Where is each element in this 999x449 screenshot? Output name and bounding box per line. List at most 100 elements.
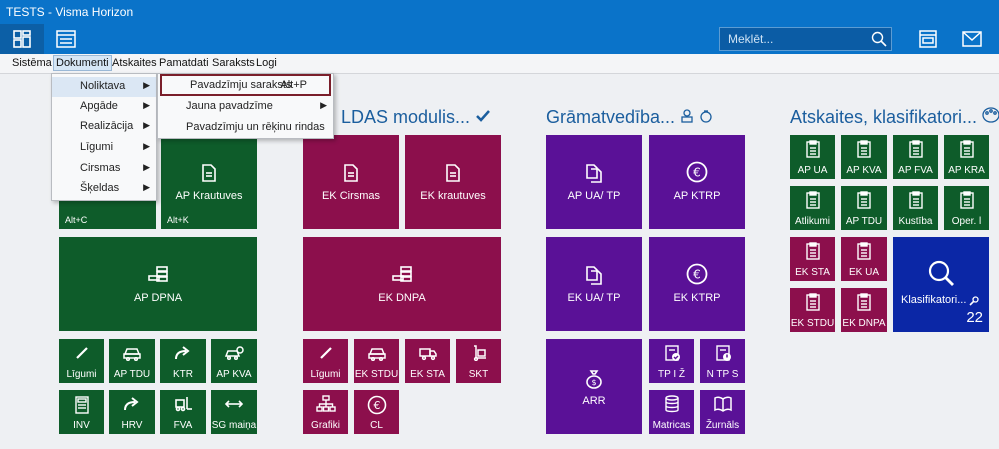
search-icon[interactable] (871, 31, 887, 47)
search-icon (928, 260, 954, 286)
tile-ap-ktrp[interactable]: € AP KTRP (649, 135, 745, 229)
submenu-item-pavadzimju-rekinu-rindas[interactable]: Pavadzīmju un rēķinu rindas (158, 118, 333, 138)
tile-ek-cirsmas[interactable]: EK Cirsmas (303, 135, 399, 229)
tile-tp-iz[interactable]: TP I Ž (649, 339, 694, 383)
dropdown-item-ligumi[interactable]: Līgumi ▶ (52, 138, 156, 158)
tile-sg-maina[interactable]: SG maiņa (211, 390, 257, 434)
car-icon (367, 348, 386, 361)
tile-ek-ktrp-label: EK KTRP (673, 292, 721, 304)
tile-r-ek-dnpa-label: EK DNPA (842, 318, 886, 329)
tile-ap-kva-label: AP KVA (216, 369, 252, 380)
tile-r-ek-sta[interactable]: EK STA (790, 237, 835, 281)
tile-ek-krautuves[interactable]: EK krautuves (405, 135, 501, 229)
tile-r-ap-ua[interactable]: AP UA (790, 135, 835, 179)
tile-ek-ktrp[interactable]: € EK KTRP (649, 237, 745, 331)
tile-ktr[interactable]: KTR (160, 339, 206, 383)
menu-atskaites[interactable]: Atskaites (112, 57, 157, 69)
tile-n-tp-s[interactable]: N TP S (700, 339, 745, 383)
submenu-item-pavadzimju-saraksts[interactable]: Pavadzīmju saraksts Alt+P (160, 74, 331, 96)
tile-ligumi[interactable]: Līgumi (59, 339, 104, 383)
tile-r-oper[interactable]: Oper. l (944, 186, 989, 230)
tile-r-ek-ua[interactable]: EK UA (841, 237, 887, 281)
tile-fva[interactable]: FVA (160, 390, 206, 434)
tile-ek-dnpa-label: EK DNPA (378, 292, 426, 304)
tile-r-ap-kra[interactable]: AP KRA (944, 135, 989, 179)
tile-ligumi-label: Līgumi (66, 369, 97, 380)
tile-skt[interactable]: SKT (456, 339, 501, 383)
tile-ap-tdu[interactable]: AP TDU (109, 339, 155, 383)
book-icon (713, 396, 732, 412)
dropdown-item-realizacija-label: Realizācija (80, 120, 134, 132)
clipboard-icon (857, 242, 871, 260)
tile-ap-krautuves[interactable]: AP Krautuves Alt+K (161, 135, 257, 229)
svg-text:$: $ (591, 378, 596, 387)
accountant-icon (681, 109, 693, 123)
dropdown-item-noliktava[interactable]: Noliktava ▶ (52, 77, 156, 97)
submenu-item-jauna-pavadzime[interactable]: Jauna pavadzīme ▶ (158, 97, 333, 117)
hand-truck-icon (473, 345, 486, 361)
org-chart-icon (315, 395, 336, 412)
tile-r-atlikumi[interactable]: Atlikumi (790, 186, 835, 230)
clipboard-icon (857, 140, 871, 158)
tile-klasifikatori[interactable]: Klasifikatori... 22 (893, 237, 989, 332)
clipboard-icon (908, 191, 923, 209)
window-button[interactable] (910, 24, 946, 54)
tile-r-ap-kva[interactable]: AP KVA (841, 135, 887, 179)
tile-r-ap-ua-label: AP UA (797, 165, 828, 176)
tile-ek-ua-tp[interactable]: EK UA/ TP (546, 237, 642, 331)
tile-ek-stdu[interactable]: EK STDU (354, 339, 399, 383)
tile-ek-ligumi-label: Līgumi (310, 369, 341, 380)
tile-grafiki-label: Grafiki (311, 420, 340, 431)
tile-r-ap-fva[interactable]: AP FVA (893, 135, 938, 179)
submenu-item-pavadzimju-saraksts-label: Pavadzīmju saraksts (190, 79, 292, 91)
dropdown-item-apgade[interactable]: Apgāde ▶ (52, 97, 156, 117)
tile-matricas[interactable]: Matricas (649, 390, 694, 434)
tile-klasifikatori-count: 22 (966, 309, 983, 326)
tile-ap-kva[interactable]: AP KVA (211, 339, 257, 383)
clipboard-check-icon (664, 345, 680, 361)
mail-button[interactable] (954, 24, 990, 54)
palette-icon (982, 107, 999, 123)
tile-ek-ligumi[interactable]: Līgumi (303, 339, 348, 383)
submenu-arrow-icon: ▶ (143, 182, 150, 192)
tile-cl[interactable]: € CL (354, 390, 399, 434)
menu-sistema[interactable]: Sistēma (12, 57, 52, 69)
submenu-arrow-icon: ▶ (143, 141, 150, 151)
tile-ek-dnpa[interactable]: EK DNPA (303, 237, 501, 331)
search-input[interactable]: Meklēt... (719, 27, 892, 51)
document-icon (202, 164, 216, 182)
tile-r-kustiba[interactable]: Kustība (893, 186, 938, 230)
tile-ap-ua-tp-label: AP UA/ TP (567, 190, 621, 202)
menu-pamatdati[interactable]: Pamatdati (159, 57, 209, 69)
tile-inv[interactable]: INV (59, 390, 104, 434)
dropdown-item-ligumi-label: Līgumi (80, 141, 114, 153)
tile-ek-sta[interactable]: EK STA (405, 339, 450, 383)
tile-ktr-label: KTR (173, 369, 193, 380)
menu-logi[interactable]: Logi (256, 57, 277, 69)
tile-r-ek-dnpa[interactable]: EK DNPA (841, 288, 887, 332)
tile-klasifikatori-label: Klasifikatori... (901, 294, 967, 306)
menu-dokumenti[interactable]: Dokumenti (53, 55, 112, 71)
tile-n-tp-s-label: N TP S (706, 369, 739, 380)
tile-hrv[interactable]: HRV (109, 390, 155, 434)
dropdown-item-realizacija[interactable]: Realizācija ▶ (52, 117, 156, 137)
tile-r-ek-stdu-label: EK STDU (790, 318, 835, 329)
tile-zurnals[interactable]: Žurnāls (700, 390, 745, 434)
dropdown-item-cirsmas[interactable]: Cirsmas ▶ (52, 159, 156, 179)
calendar-button[interactable] (44, 24, 88, 54)
section-title-middle-text: LDAS modulis... (341, 107, 471, 127)
forklift-icon (175, 397, 192, 412)
tile-ap-ua-tp[interactable]: AP UA/ TP (546, 135, 642, 229)
section-title-atskaites-text: Atskaites, klasifikatori... (790, 107, 978, 127)
dashboard-button[interactable] (0, 24, 44, 54)
tile-r-ek-stdu[interactable]: EK STDU (790, 288, 835, 332)
tile-arr[interactable]: $ ARR (546, 339, 642, 434)
tile-grafiki[interactable]: Grafiki (303, 390, 348, 434)
tile-ap-dpna[interactable]: AP DPNA (59, 237, 257, 331)
tile-r-ek-sta-label: EK STA (795, 267, 830, 278)
tile-r-ap-tdu[interactable]: AP TDU (841, 186, 887, 230)
menu-saraksts[interactable]: Saraksts (212, 57, 255, 69)
tile-ap-ktrp-label: AP KTRP (673, 190, 721, 202)
section-title-gramat: Grāmatvedība... (546, 107, 713, 128)
dropdown-item-skeldas[interactable]: Šķeldas ▶ (52, 179, 156, 199)
